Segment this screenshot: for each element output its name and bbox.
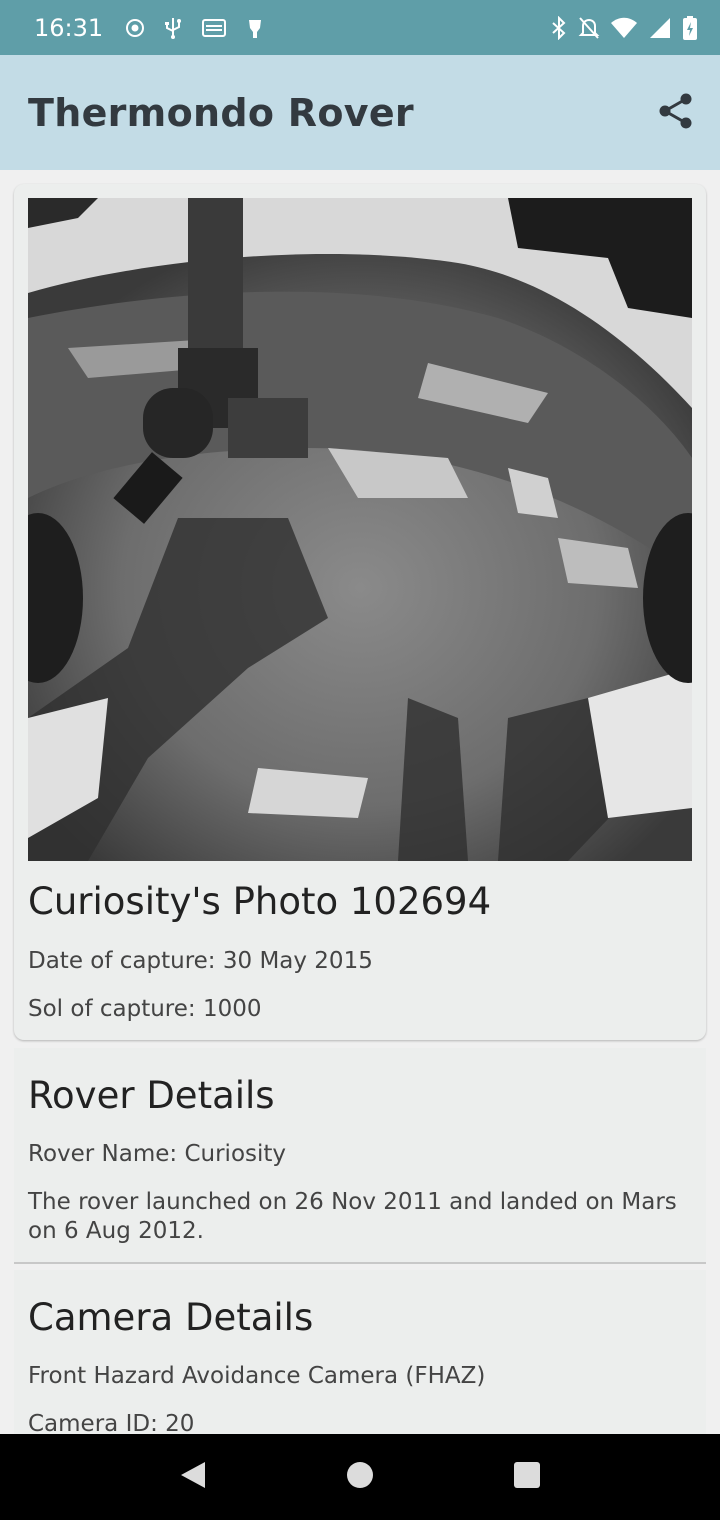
home-icon	[346, 1461, 374, 1493]
photo-date: Date of capture: 30 May 2015	[28, 948, 373, 974]
content-scroll[interactable]: Curiosity's Photo 102694 Date of capture…	[0, 170, 720, 1434]
status-left-icons	[125, 16, 265, 40]
back-icon	[179, 1460, 207, 1494]
wifi-icon	[610, 17, 638, 39]
mute-icon	[578, 16, 600, 40]
recents-button[interactable]	[502, 1452, 552, 1502]
cast-icon	[201, 17, 227, 39]
camera-details-title: Camera Details	[28, 1296, 314, 1339]
radio-icon	[125, 18, 145, 38]
recents-icon	[513, 1461, 541, 1493]
rover-details-title: Rover Details	[28, 1074, 275, 1117]
bluetooth-icon	[550, 15, 568, 40]
camera-details-section: Camera Details Front Hazard Avoidance Ca…	[14, 1270, 706, 1434]
share-icon	[658, 92, 694, 134]
battery-charging-icon	[682, 15, 698, 41]
rover-name: Rover Name: Curiosity	[28, 1141, 287, 1167]
usb-icon	[163, 16, 183, 40]
status-right-icons	[550, 15, 698, 41]
signal-icon	[648, 17, 672, 39]
share-button[interactable]	[656, 93, 696, 133]
status-bar: 16:31	[0, 0, 720, 55]
rover-details-section: Rover Details Rover Name: Curiosity The …	[14, 1048, 706, 1264]
photo-title: Curiosity's Photo 102694	[28, 880, 492, 923]
rover-description: The rover launched on 26 Nov 2011 and la…	[28, 1189, 677, 1244]
camera-id: Camera ID: 20	[28, 1411, 195, 1434]
app-title: Thermondo Rover	[28, 90, 414, 135]
camera-name: Front Hazard Avoidance Camera (FHAZ)	[28, 1363, 486, 1389]
home-button[interactable]	[335, 1452, 385, 1502]
photo-card: Curiosity's Photo 102694 Date of capture…	[14, 184, 706, 1040]
status-time: 16:31	[34, 13, 104, 42]
nav-bar	[0, 1434, 720, 1520]
rover-photo[interactable]	[28, 198, 692, 861]
pin-icon	[245, 16, 265, 40]
app-bar: Thermondo Rover	[0, 55, 720, 170]
back-button[interactable]	[168, 1452, 218, 1502]
photo-sol: Sol of capture: 1000	[28, 996, 262, 1022]
